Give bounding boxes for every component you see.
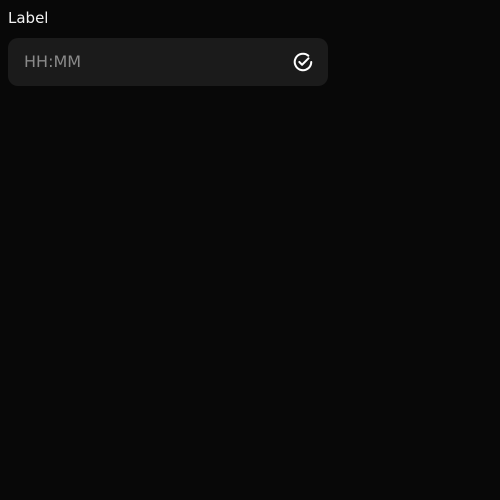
field-label: Label bbox=[8, 9, 49, 27]
time-input[interactable] bbox=[8, 38, 278, 86]
check-circle-icon[interactable] bbox=[292, 51, 314, 73]
time-input-container bbox=[8, 38, 328, 86]
time-field: Label bbox=[8, 8, 328, 86]
